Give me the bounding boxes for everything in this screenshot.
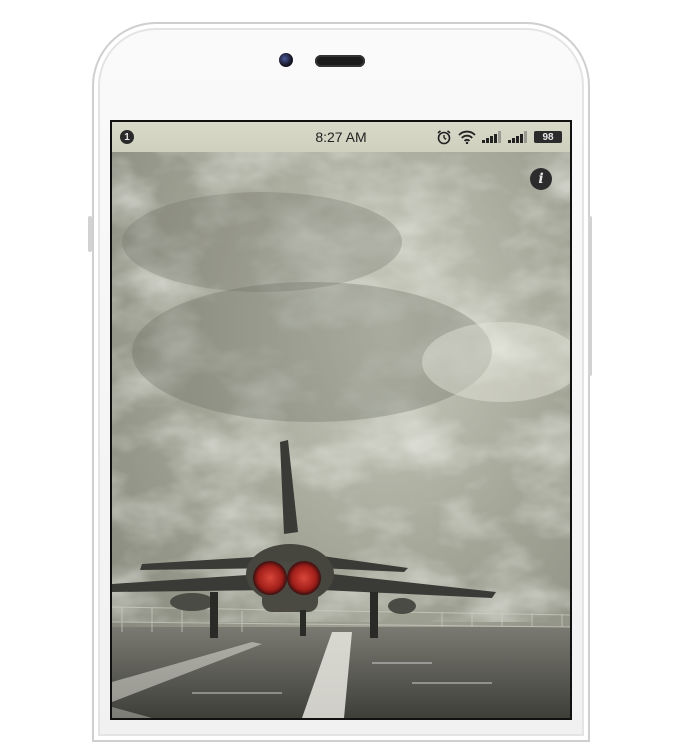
front-camera	[279, 53, 293, 67]
signal-1-icon	[482, 131, 501, 143]
jet-exhaust-left	[253, 561, 287, 595]
status-bar: 1 8:27 AM 98	[112, 122, 570, 152]
status-icons: 98	[436, 129, 562, 145]
wifi-icon	[458, 130, 476, 144]
wallpaper-jet-image	[112, 122, 570, 718]
battery-icon: 98	[534, 131, 562, 143]
phone-screen: 1 8:27 AM 98 i	[110, 120, 572, 720]
info-button[interactable]: i	[530, 168, 552, 190]
alarm-icon	[437, 130, 451, 145]
earpiece-speaker	[315, 55, 365, 67]
jet-exhaust-right	[287, 561, 321, 595]
notification-count-badge[interactable]: 1	[120, 130, 134, 144]
volume-button	[88, 216, 92, 252]
power-button	[588, 216, 592, 376]
signal-2-icon	[508, 131, 527, 143]
